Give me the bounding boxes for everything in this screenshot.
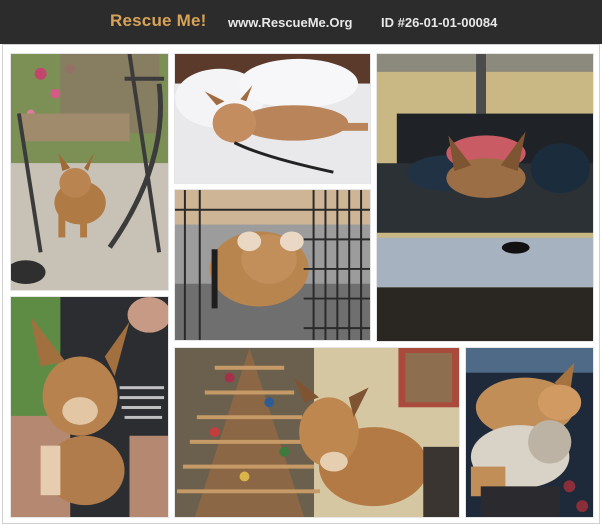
photo-puppy-on-bed	[174, 53, 371, 184]
site-header: Rescue Me! www.RescueMe.Org ID #26-01-01…	[0, 0, 602, 44]
photo-puppy-in-crate	[174, 189, 371, 341]
brand-logo[interactable]: Rescue Me!	[110, 11, 206, 31]
photo-puppy-under-chair	[10, 53, 169, 291]
pet-id-label: ID #26-01-01-00084	[381, 15, 498, 30]
photo-dog-by-christmas-tree	[174, 347, 460, 518]
photo-puppy-on-couch	[376, 53, 594, 342]
site-url[interactable]: www.RescueMe.Org	[228, 15, 353, 30]
photo-puppy-held	[10, 296, 169, 518]
photo-dog-playing-with-terrier	[465, 347, 594, 518]
